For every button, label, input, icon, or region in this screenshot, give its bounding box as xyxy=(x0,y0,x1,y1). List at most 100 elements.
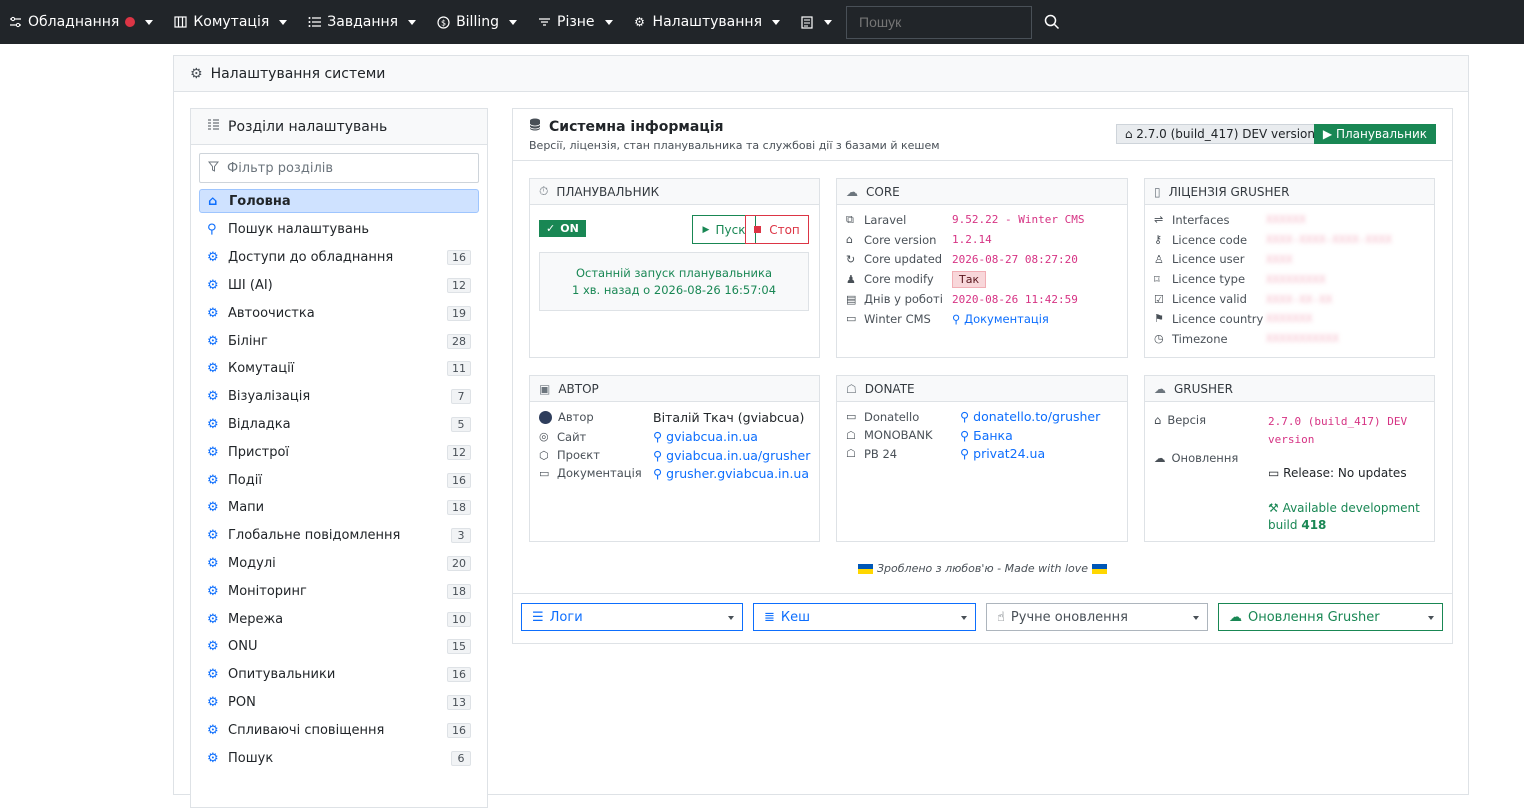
tag-icon: ⌂ xyxy=(1154,413,1162,427)
sidebar-item[interactable]: ⚙ Доступи до обладнання 16 xyxy=(199,244,479,272)
sidebar-item[interactable]: ⚙ Мережа 10 xyxy=(199,605,479,633)
grusher-update-dropdown[interactable]: ☁ Оновлення Grusher xyxy=(1218,603,1443,631)
sidebar-item[interactable]: ⚙ Модулі 20 xyxy=(199,550,479,578)
stopwatch-icon: ⏱ xyxy=(539,184,549,198)
site-link[interactable]: ⚲ gviabcua.in.ua xyxy=(653,429,758,444)
cache-dropdown[interactable]: ≣ Кеш xyxy=(753,603,976,631)
alert-dot xyxy=(125,17,136,27)
dev-build-link[interactable]: ⚒ Available development build 418 xyxy=(1268,500,1428,534)
nav-switching[interactable]: Комутація xyxy=(173,14,288,30)
sidebar-item[interactable]: ⚙ Візуалізація 7 xyxy=(199,383,479,411)
manual-update-dropdown[interactable]: ☝ Ручне оновлення xyxy=(986,603,1208,631)
license-key: Interfaces xyxy=(1172,212,1230,227)
sidebar-item[interactable]: ⚙ Глобальне повідомлення 3 xyxy=(199,522,479,550)
winter-docs-link[interactable]: ⚲ Документація xyxy=(952,312,1049,326)
manual-update-label: Ручне оновлення xyxy=(1010,609,1128,625)
sliders-icon: ⇌ xyxy=(1154,213,1164,227)
donate-key: MONOBANK xyxy=(864,428,933,442)
filter-input[interactable]: Фільтр розділів xyxy=(199,153,479,183)
code-icon: ⧉ xyxy=(846,212,854,226)
logs-icon: ☰ xyxy=(532,609,544,625)
donatello-link[interactable]: ⚲ donatello.to/grusher xyxy=(960,409,1100,424)
license-value-redacted: XXXXXXXXXXX xyxy=(1266,332,1339,346)
author-rows: Автор Віталій Ткач (gviabcua) ◎ Сайт ⚲ gvia… xyxy=(530,402,819,482)
count-badge: 15 xyxy=(447,639,471,655)
sidebar-item[interactable]: ⚙ ШІ (AI) 12 xyxy=(199,272,479,300)
stop-button[interactable]: Стоп xyxy=(745,215,809,244)
monobank-link[interactable]: ⚲ Банка xyxy=(960,428,1013,443)
search-icon[interactable] xyxy=(1044,14,1060,30)
license-row: ⚷ Licence code XXXX-XXXX-XXXX-XXXX xyxy=(1145,230,1434,250)
license-value-redacted: XXXXXXXXX xyxy=(1266,272,1326,286)
license-row: ⌑ Licence type XXXXXXXXX xyxy=(1145,269,1434,289)
count-badge: 5 xyxy=(451,416,471,432)
nav-journal[interactable] xyxy=(800,15,832,29)
sidebar-item[interactable]: ⚙ Мапи 18 xyxy=(199,494,479,522)
search-input[interactable] xyxy=(846,5,1032,39)
nav-settings[interactable]: ⚙ Налаштування xyxy=(633,14,780,30)
sidebar-item[interactable]: ⚙ Події 16 xyxy=(199,466,479,494)
author-row-project: ⬡ Проєкт ⚲ gviabcua.in.ua/grusher xyxy=(530,446,819,464)
user-icon: ♙ xyxy=(1154,252,1164,266)
author-card-title: АВТОР xyxy=(558,381,599,396)
avatar xyxy=(539,410,552,424)
sidebar-item-label: ШІ (AI) xyxy=(228,277,273,293)
core-value: 2020-08-26 11:42:59 xyxy=(952,292,1078,306)
nav-billing[interactable]: $ Billing xyxy=(436,14,517,30)
sidebar-item[interactable]: ⚙ Моніторинг 18 xyxy=(199,577,479,605)
wallet-icon: ▭ xyxy=(846,410,857,423)
sidebar-item[interactable]: ⚙ Спливаючі сповіщення 16 xyxy=(199,716,479,744)
nav-equipment[interactable]: Обладнання xyxy=(8,14,154,30)
scheduler-on-text: ON xyxy=(560,222,579,235)
sidebar-item[interactable]: ⚙ Білінг 28 xyxy=(199,327,479,355)
chevron-down-icon xyxy=(728,616,734,620)
gear-icon: ⚙ xyxy=(207,472,219,488)
logs-dropdown[interactable]: ☰ Логи xyxy=(521,603,743,631)
sidebar-item[interactable]: ⚙ ONU 15 xyxy=(199,633,479,661)
scheduler-status: ✓ ON xyxy=(539,220,586,237)
sidebar-item[interactable]: ⚙ Опитувальники 16 xyxy=(199,661,479,689)
gear-icon: ⚙ xyxy=(207,667,219,683)
key-icon: ⚷ xyxy=(1154,233,1163,247)
privat-link[interactable]: ⚲ privat24.ua xyxy=(960,446,1045,461)
gear-icon: ⚙ xyxy=(634,15,645,29)
author-row-docs: ▭ Документація ⚲ grusher.gviabcua.in.ua xyxy=(530,464,819,482)
license-row: ⇌ Interfaces XXXXXX xyxy=(1145,210,1434,230)
project-link[interactable]: ⚲ gviabcua.in.ua/grusher xyxy=(653,448,810,463)
core-key: Laravel xyxy=(864,212,907,227)
gear-icon: ⚙ xyxy=(207,361,219,377)
privat-link-text: privat24.ua xyxy=(973,446,1046,461)
scheduler-badge[interactable]: ▶ Планувальник xyxy=(1313,124,1436,144)
release-status: ▭ Release: No updates xyxy=(1268,466,1407,480)
grusher-version-label: Версія xyxy=(1167,413,1207,427)
count-badge: 20 xyxy=(447,555,471,571)
nav-misc[interactable]: Різне xyxy=(537,14,613,30)
sidebar-item[interactable]: ⚲ Пошук налаштувань xyxy=(199,216,479,244)
sidebar-item[interactable]: ⚙ Пошук 6 xyxy=(199,744,479,772)
grusher-card-title: GRUSHER xyxy=(1174,381,1233,396)
coin-icon: $ xyxy=(436,15,450,29)
donate-key: PB 24 xyxy=(864,446,898,461)
donate-card-title: DONATE xyxy=(864,381,915,396)
license-key: Licence country xyxy=(1172,311,1264,326)
sidebar-item[interactable]: ⚙ Відладка 5 xyxy=(199,411,479,439)
gear-icon: ⚙ xyxy=(207,611,219,627)
sidebar-list: ⌂ Головна ⚲ Пошук налаштувань ⚙ Доступи до об… xyxy=(191,189,487,772)
clock-icon: ◷ xyxy=(1154,332,1164,346)
sidebar-item[interactable]: ⚙ Пристрої 12 xyxy=(199,438,479,466)
sidebar-item[interactable]: ⌂ Головна xyxy=(199,189,479,213)
author-row-site: ◎ Сайт ⚲ gviabcua.in.ua xyxy=(530,427,819,446)
sidebar-item[interactable]: ⚙ PON 13 xyxy=(199,689,479,717)
docs-link[interactable]: ⚲ grusher.gviabcua.in.ua xyxy=(653,466,809,481)
nav-tasks[interactable]: Завдання xyxy=(307,14,417,30)
bookmark-icon: ⌑ xyxy=(1154,272,1160,286)
count-badge: 12 xyxy=(447,444,471,460)
sidebar-item[interactable]: ⚙ Автоочистка 19 xyxy=(199,299,479,327)
grusher-update-key: ☁ Оновлення xyxy=(1154,451,1238,465)
link-icon: ⚲ xyxy=(952,311,965,326)
sidebar-item-label: Мапи xyxy=(228,500,265,516)
sidebar-item-label: Відладка xyxy=(228,416,291,432)
piggy-bank-icon: ☖ xyxy=(846,447,856,460)
sidebar-item[interactable]: ⚙ Комутації 11 xyxy=(199,355,479,383)
sidebar-item-label: Автоочистка xyxy=(228,305,315,321)
